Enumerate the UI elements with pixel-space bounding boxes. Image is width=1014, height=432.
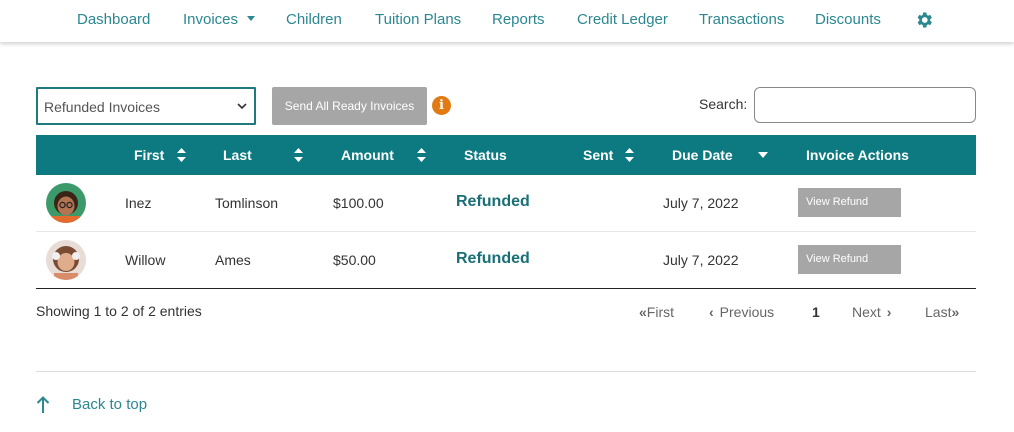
pagination-current-page[interactable]: 1 — [812, 304, 820, 320]
view-refund-button[interactable]: View Refund — [798, 188, 901, 217]
divider — [36, 371, 976, 372]
cell-due-date: July 7, 2022 — [663, 252, 739, 268]
sort-icon[interactable] — [177, 148, 186, 162]
table-info: Showing 1 to 2 of 2 entries — [36, 303, 202, 319]
caret-down-icon — [247, 16, 256, 21]
column-status[interactable]: Status — [464, 147, 507, 163]
pagination-first-label: First — [646, 304, 675, 320]
pagination-last-label: Last — [925, 304, 952, 320]
chevron-down-icon — [237, 103, 247, 110]
column-due-date[interactable]: Due Date — [672, 147, 733, 163]
cell-amount: $50.00 — [333, 252, 376, 268]
chevron-right-icon: › — [886, 304, 892, 320]
top-nav: Dashboard Invoices Children Tuition Plan… — [0, 0, 1014, 42]
double-chevron-left-icon: « — [639, 304, 647, 320]
pagination-last[interactable]: Last» — [925, 304, 959, 320]
sort-icon[interactable] — [625, 148, 634, 162]
pagination-previous[interactable]: ‹ Previous — [709, 304, 774, 320]
back-to-top-label: Back to top — [72, 396, 148, 413]
column-invoice-actions: Invoice Actions — [806, 147, 909, 163]
avatar — [46, 183, 86, 223]
view-refund-button[interactable]: View Refund — [798, 245, 901, 274]
nav-dashboard[interactable]: Dashboard — [77, 11, 150, 28]
pagination-first[interactable]: «First — [639, 304, 674, 320]
nav-tuition-plans[interactable]: Tuition Plans — [375, 11, 461, 28]
table-row: Willow Ames $50.00 Refunded July 7, 2022… — [36, 232, 976, 289]
cell-last: Ames — [215, 252, 251, 268]
invoice-filter-value: Refunded Invoices — [44, 99, 160, 115]
status-badge: Refunded — [456, 193, 530, 210]
nav-invoices-label: Invoices — [183, 11, 239, 28]
send-all-ready-invoices-button[interactable]: Send All Ready Invoices — [272, 87, 427, 125]
pagination-next[interactable]: Next › — [852, 304, 891, 320]
column-amount[interactable]: Amount — [341, 147, 394, 163]
nav-invoices[interactable]: Invoices — [183, 11, 256, 28]
search-label: Search: — [699, 96, 748, 112]
search-input[interactable] — [754, 87, 976, 123]
cell-first: Willow — [125, 252, 166, 268]
column-sent[interactable]: Sent — [583, 147, 613, 163]
status-badge: Refunded — [456, 250, 530, 267]
table-row: Inez Tomlinson $100.00 Refunded July 7, … — [36, 175, 976, 232]
table-header: First Last Amount Status Sent Due Date I… — [36, 135, 976, 175]
nav-reports[interactable]: Reports — [492, 11, 545, 28]
column-first[interactable]: First — [134, 147, 164, 163]
nav-children[interactable]: Children — [286, 11, 342, 28]
nav-credit-ledger[interactable]: Credit Ledger — [577, 11, 668, 28]
nav-discounts[interactable]: Discounts — [815, 11, 881, 28]
nav-transactions[interactable]: Transactions — [699, 11, 784, 28]
arrow-up-icon — [36, 396, 50, 413]
cell-due-date: July 7, 2022 — [663, 195, 739, 211]
double-chevron-right-icon: » — [951, 304, 960, 320]
pagination-previous-label: Previous — [719, 304, 775, 320]
cell-amount: $100.00 — [333, 195, 384, 211]
chevron-left-icon: ‹ — [709, 304, 714, 320]
info-icon[interactable]: i — [432, 96, 451, 115]
pagination-next-label: Next — [852, 304, 881, 320]
sort-desc-icon[interactable] — [758, 152, 768, 158]
sort-icon[interactable] — [417, 148, 426, 162]
sort-icon[interactable] — [294, 148, 303, 162]
column-last[interactable]: Last — [223, 147, 252, 163]
avatar — [46, 240, 86, 280]
gear-icon[interactable] — [914, 10, 934, 30]
cell-first: Inez — [125, 195, 152, 211]
invoice-filter-select[interactable]: Refunded Invoices — [36, 87, 256, 125]
cell-last: Tomlinson — [215, 195, 279, 211]
